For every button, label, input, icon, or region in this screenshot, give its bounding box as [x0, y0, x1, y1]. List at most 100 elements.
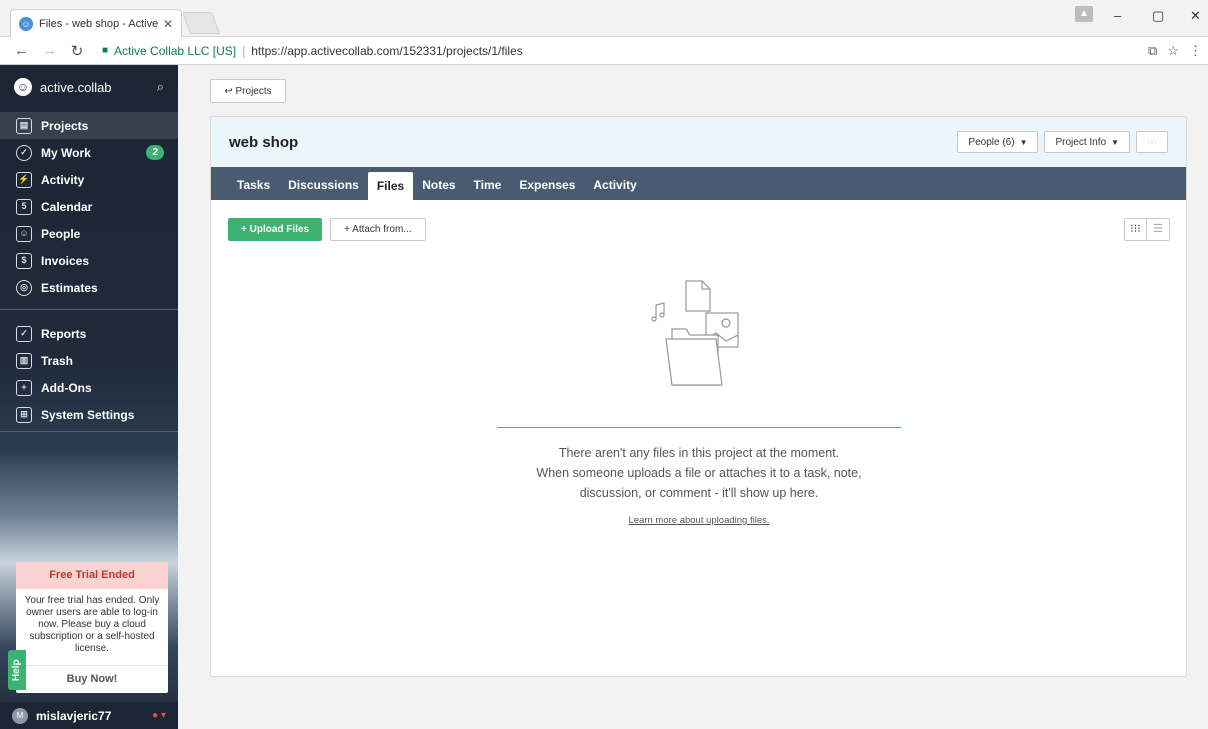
main-content: ↩ Projects web shop People (6) ▼ Project… — [178, 65, 1208, 729]
translate-icon[interactable]: ⧉ — [1148, 43, 1157, 59]
close-tab-icon[interactable]: ✕ — [163, 17, 173, 31]
sidebar-item-calendar[interactable]: 5 Calendar — [0, 193, 178, 220]
more-options-button[interactable]: ··· — [1136, 131, 1168, 153]
maximize-icon[interactable]: ▢ — [1152, 8, 1164, 24]
bookmark-star-icon[interactable]: ☆ — [1167, 43, 1179, 59]
files-toolbar: + Upload Files + Attach from... — [228, 218, 426, 241]
search-icon[interactable]: ⌕ — [157, 79, 164, 95]
sidebar-item-my-work[interactable]: ✓ My Work 2 — [0, 139, 178, 166]
project-card: web shop People (6) ▼ Project Info ▼ ···… — [210, 116, 1187, 677]
people-button-label: People (6) — [968, 136, 1015, 148]
forward-arrow-icon[interactable]: → — [42, 42, 57, 59]
sidebar-item-people[interactable]: ☺ People — [0, 220, 178, 247]
sidebar-item-reports[interactable]: ✓ Reports — [0, 320, 178, 347]
lock-icon: ■ — [102, 45, 109, 56]
attach-from-button[interactable]: + Attach from... — [330, 218, 426, 241]
menu-dots-icon[interactable]: ⋮ — [1189, 43, 1202, 59]
tab-title: Files - web shop - Active — [39, 17, 159, 30]
reports-icon: ✓ — [16, 325, 32, 342]
list-view-icon[interactable]: ☰ — [1147, 219, 1169, 240]
browser-titlebar: ☺ Files - web shop - Active ✕ ▲ – ▢ ✕ — [0, 0, 1208, 37]
url-input[interactable]: ■ Active Collab LLC [US] | https://app.a… — [102, 44, 523, 58]
browser-tab[interactable]: ☺ Files - web shop - Active ✕ — [10, 9, 182, 37]
document-shape — [685, 280, 711, 312]
buy-now-button[interactable]: Buy Now! — [16, 665, 168, 692]
tab-expenses[interactable]: Expenses — [510, 167, 584, 200]
activecollab-favicon-icon: ☺ — [19, 16, 33, 31]
empty-line-3: discussion, or comment - it'll show up h… — [579, 486, 819, 500]
empty-state-message: There aren't any files in this project a… — [461, 443, 937, 503]
sidebar-item-label: Projects — [41, 118, 89, 133]
sidebar-item-label: Calendar — [41, 199, 93, 214]
sidebar-item-system-settings[interactable]: ⊞ System Settings — [0, 401, 178, 428]
chevron-down-icon: ▼ — [1111, 137, 1119, 147]
sidebar-item-invoices[interactable]: $ Invoices — [0, 247, 178, 274]
sidebar-item-label: Reports — [41, 326, 87, 341]
trash-icon: ▥ — [16, 352, 32, 369]
sidebar-item-label: System Settings — [41, 407, 135, 422]
project-info-label: Project Info — [1055, 136, 1107, 148]
brand-name[interactable]: active.collab — [40, 80, 157, 95]
sidebar-item-estimates[interactable]: ◎ Estimates — [0, 274, 178, 301]
avatar: M — [12, 707, 28, 724]
back-arrow-icon[interactable]: ← — [14, 42, 29, 59]
user-menu[interactable]: M mislavjeric77 ● ▾ — [0, 702, 178, 729]
grid-view-icon[interactable]: ⁝⁝⁝ — [1125, 219, 1147, 240]
check-circle-icon: ✓ — [16, 144, 32, 161]
username: mislavjeric77 — [36, 708, 112, 723]
music-note-head-shape — [659, 312, 665, 318]
calendar-icon: 5 — [16, 198, 32, 215]
new-tab-button[interactable] — [181, 12, 221, 34]
image-sun-shape — [721, 318, 731, 328]
sidebar: ☺ active.collab ⌕ ▤ Projects ✓ My Work 2… — [0, 65, 178, 729]
sidebar-item-label: Activity — [41, 172, 85, 187]
tab-notes[interactable]: Notes — [413, 167, 464, 200]
folder-front-shape — [665, 338, 723, 386]
sidebar-item-label: Estimates — [41, 280, 98, 295]
url-text: https://app.activecollab.com/152331/proj… — [251, 43, 523, 58]
tab-tasks[interactable]: Tasks — [228, 167, 279, 200]
people-icon: ☺ — [16, 225, 32, 242]
music-note-head-shape — [651, 316, 657, 322]
activity-icon: ⚡ — [16, 171, 32, 188]
sidebar-nav: ▤ Projects ✓ My Work 2 ⚡ Activity 5 Cale… — [0, 112, 178, 428]
learn-more-link[interactable]: Learn more about uploading files. — [561, 515, 837, 526]
tab-time[interactable]: Time — [465, 167, 511, 200]
upload-files-button[interactable]: + Upload Files — [228, 218, 323, 241]
invoice-icon: $ — [16, 252, 32, 269]
tab-activity[interactable]: Activity — [584, 167, 645, 200]
back-to-projects-button[interactable]: ↩ Projects — [210, 79, 286, 103]
tab-discussions[interactable]: Discussions — [279, 167, 368, 200]
sidebar-item-activity[interactable]: ⚡ Activity — [0, 166, 178, 193]
sidebar-divider — [0, 309, 178, 310]
close-window-icon[interactable]: ✕ — [1190, 8, 1201, 24]
estimates-icon: ◎ — [16, 279, 32, 296]
sidebar-item-label: People — [41, 226, 81, 241]
sidebar-item-trash[interactable]: ▥ Trash — [0, 347, 178, 374]
profile-icon[interactable]: ▲ — [1075, 6, 1093, 22]
sidebar-item-projects[interactable]: ▤ Projects — [0, 112, 178, 139]
sidebar-item-label: Trash — [41, 353, 74, 368]
status-dropdown-icon[interactable]: ● ▾ — [152, 710, 166, 721]
sidebar-item-label: Invoices — [41, 253, 90, 268]
chevron-down-icon: ▼ — [1019, 137, 1028, 147]
empty-files-illustration-icon — [651, 280, 739, 386]
reload-icon[interactable]: ↻ — [70, 42, 84, 60]
address-bar: ← → ↻ ■ Active Collab LLC [US] | https:/… — [0, 37, 1208, 65]
sidebar-item-label: My Work — [41, 145, 91, 160]
project-info-dropdown-button[interactable]: Project Info ▼ — [1044, 131, 1130, 153]
activecollab-logo-icon[interactable]: ☺ — [14, 78, 32, 96]
my-work-count-badge: 2 — [146, 145, 164, 160]
sidebar-header: ☺ active.collab ⌕ — [0, 65, 178, 109]
people-dropdown-button[interactable]: People (6) ▼ — [957, 131, 1039, 153]
tab-files[interactable]: Files — [367, 172, 414, 200]
sidebar-item-label: Add-Ons — [41, 380, 92, 395]
trial-message: Your free trial has ended. Only owner us… — [24, 595, 160, 654]
minimize-icon[interactable]: – — [1114, 8, 1121, 23]
sidebar-item-add-ons[interactable]: + Add-Ons — [0, 374, 178, 401]
empty-state-divider — [497, 427, 901, 428]
help-button[interactable]: Help — [8, 650, 26, 690]
project-header: web shop People (6) ▼ Project Info ▼ ··· — [211, 117, 1186, 167]
projects-icon: ▤ — [16, 117, 32, 134]
settings-icon: ⊞ — [16, 406, 32, 423]
